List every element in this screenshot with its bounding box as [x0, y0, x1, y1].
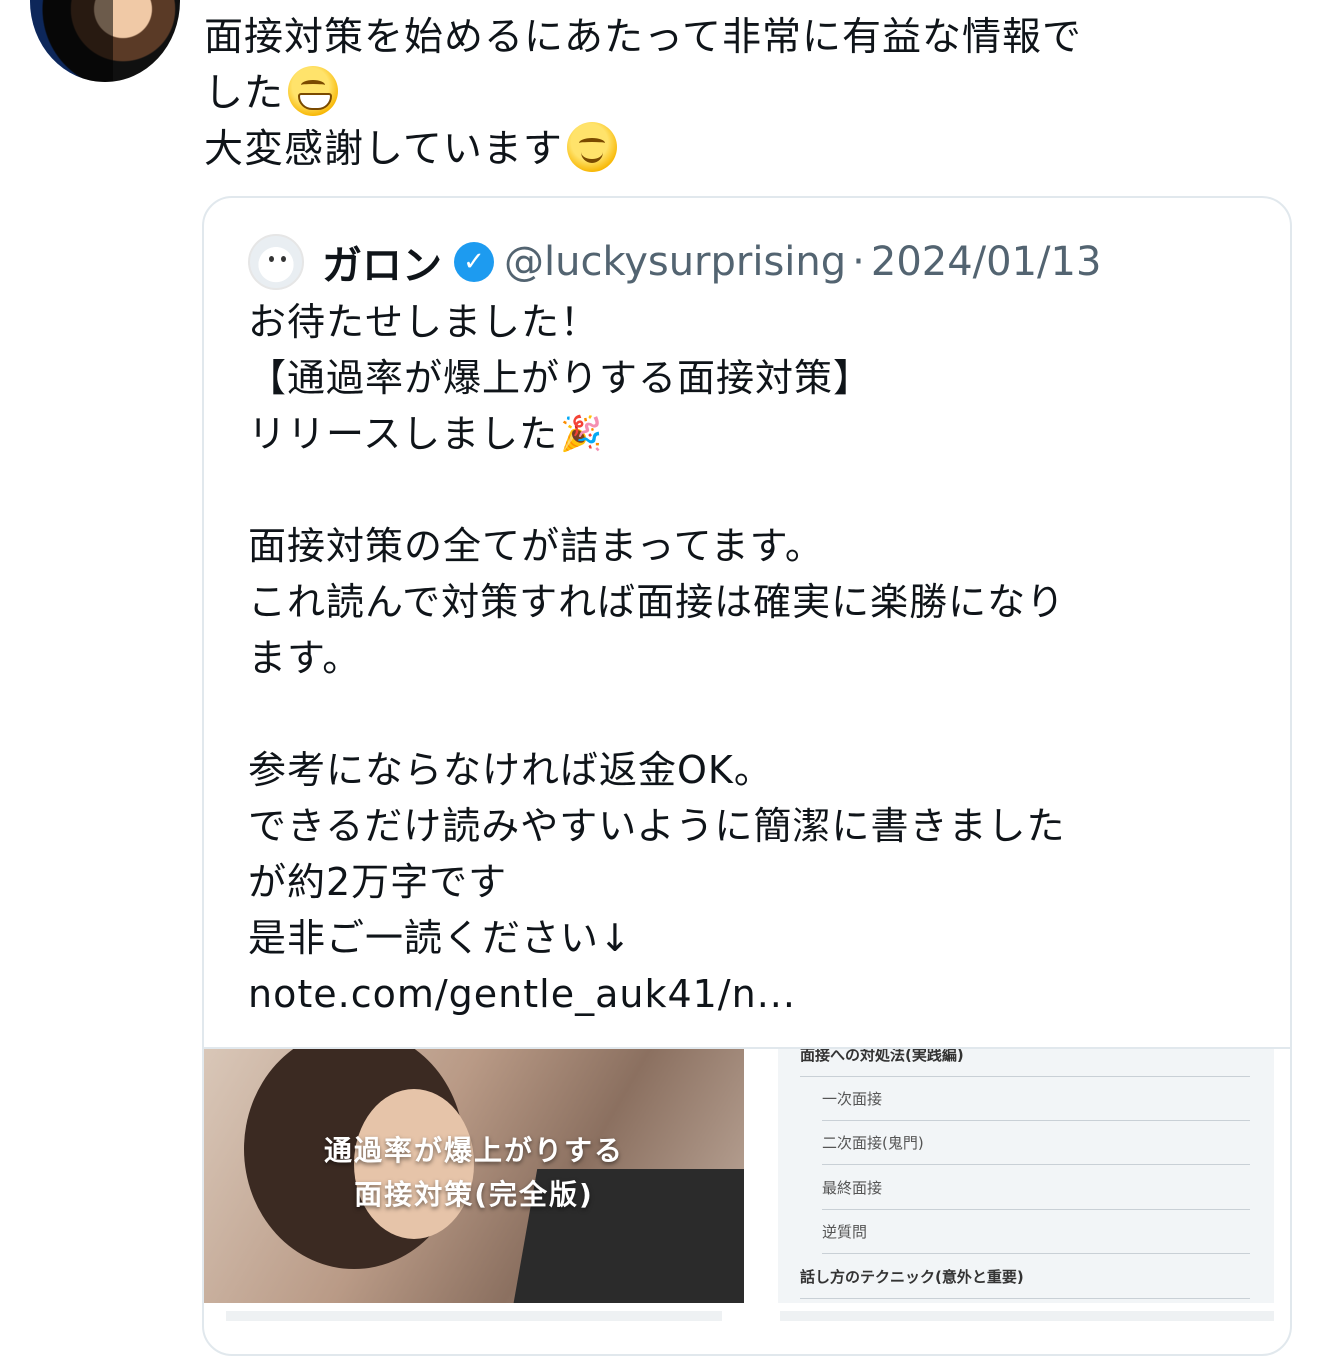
- post-line: 面接対策を始めるにあたって非常に有益な情報で: [204, 15, 1083, 60]
- user-avatar[interactable]: [30, 0, 180, 82]
- quoted-line-text: リリースしました: [248, 412, 559, 456]
- cover-title: 通過率が爆上がりする 面接対策(完全版): [204, 1129, 744, 1217]
- toc-item: 逆質問: [822, 1210, 1250, 1254]
- quoted-author-name[interactable]: ガロン: [322, 233, 442, 291]
- post-line: 大変感謝しています: [204, 122, 1284, 178]
- quoted-line: 面接対策の全てが詰まってます。: [248, 524, 824, 568]
- quoted-line: 是非ご一読ください↓: [248, 916, 632, 960]
- quoted-line: が約2万字です: [248, 860, 508, 904]
- toc-item: 面接への対処法(実践編): [800, 1049, 1250, 1077]
- quoted-tweet-card[interactable]: ガロン ✓ @luckysurprising · 2024/01/13 お待たせ…: [202, 196, 1292, 1356]
- smiling-face-emoji-icon: [566, 122, 617, 172]
- party-popper-emoji-icon: 🎉: [560, 414, 604, 454]
- cover-title-line: 通過率が爆上がりする: [323, 1134, 624, 1167]
- post-line: した: [204, 66, 1284, 122]
- quoted-line: できるだけ読みやすいように簡潔に書きました: [248, 804, 1066, 848]
- quoted-author-avatar[interactable]: [248, 234, 304, 290]
- quoted-line: 【通過率が爆上がりする面接対策】: [248, 356, 873, 400]
- quoted-tweet-body: お待たせしました！ 【通過率が爆上がりする面接対策】 リリースしました🎉 面接対…: [248, 294, 1268, 1022]
- toc-item: 話し方のテクニック(意外と重要): [800, 1255, 1250, 1299]
- quoted-author-handle[interactable]: @luckysurprising: [504, 239, 846, 285]
- cover-title-line: 面接対策(完全版): [354, 1178, 594, 1211]
- toc-item: 一次面接: [822, 1077, 1250, 1121]
- toc-item: 最終面接: [822, 1166, 1250, 1210]
- post-text: 面接対策を始めるにあたって非常に有益な情報で した 大変感謝しています: [204, 10, 1284, 178]
- quoted-link[interactable]: note.com/gentle_auk41/n...: [248, 966, 1268, 1022]
- quoted-tweet-header: ガロン ✓ @luckysurprising · 2024/01/13: [248, 234, 1101, 290]
- post-line-text: した: [204, 71, 285, 116]
- avatar-shade: [30, 0, 113, 82]
- quoted-line: 参考にならなければ返金OK。: [248, 748, 773, 792]
- post-line-text: 大変感謝しています: [204, 127, 563, 172]
- verified-badge-icon: ✓: [454, 242, 494, 282]
- quoted-line-blank: [248, 686, 1268, 742]
- media-cover-image[interactable]: 通過率が爆上がりする 面接対策(完全版): [204, 1049, 744, 1303]
- quoted-line: ます。: [248, 636, 362, 680]
- quoted-tweet-date[interactable]: 2024/01/13: [871, 239, 1102, 285]
- quoted-line: お待たせしました！: [248, 300, 600, 344]
- grinning-face-emoji-icon: [288, 66, 339, 116]
- quoted-line: これ読んで対策すれば面接は確実に楽勝になり: [248, 580, 1066, 624]
- toc-item: 二次面接(鬼門): [822, 1121, 1250, 1165]
- media-toc-image[interactable]: 面接への対処法(実践編) 一次面接 二次面接(鬼門) 最終面接 逆質問 話し方の…: [778, 1049, 1274, 1303]
- quoted-line-blank: [248, 462, 1268, 518]
- quoted-line: リリースしました🎉: [248, 406, 1268, 462]
- header-separator: ·: [852, 239, 865, 285]
